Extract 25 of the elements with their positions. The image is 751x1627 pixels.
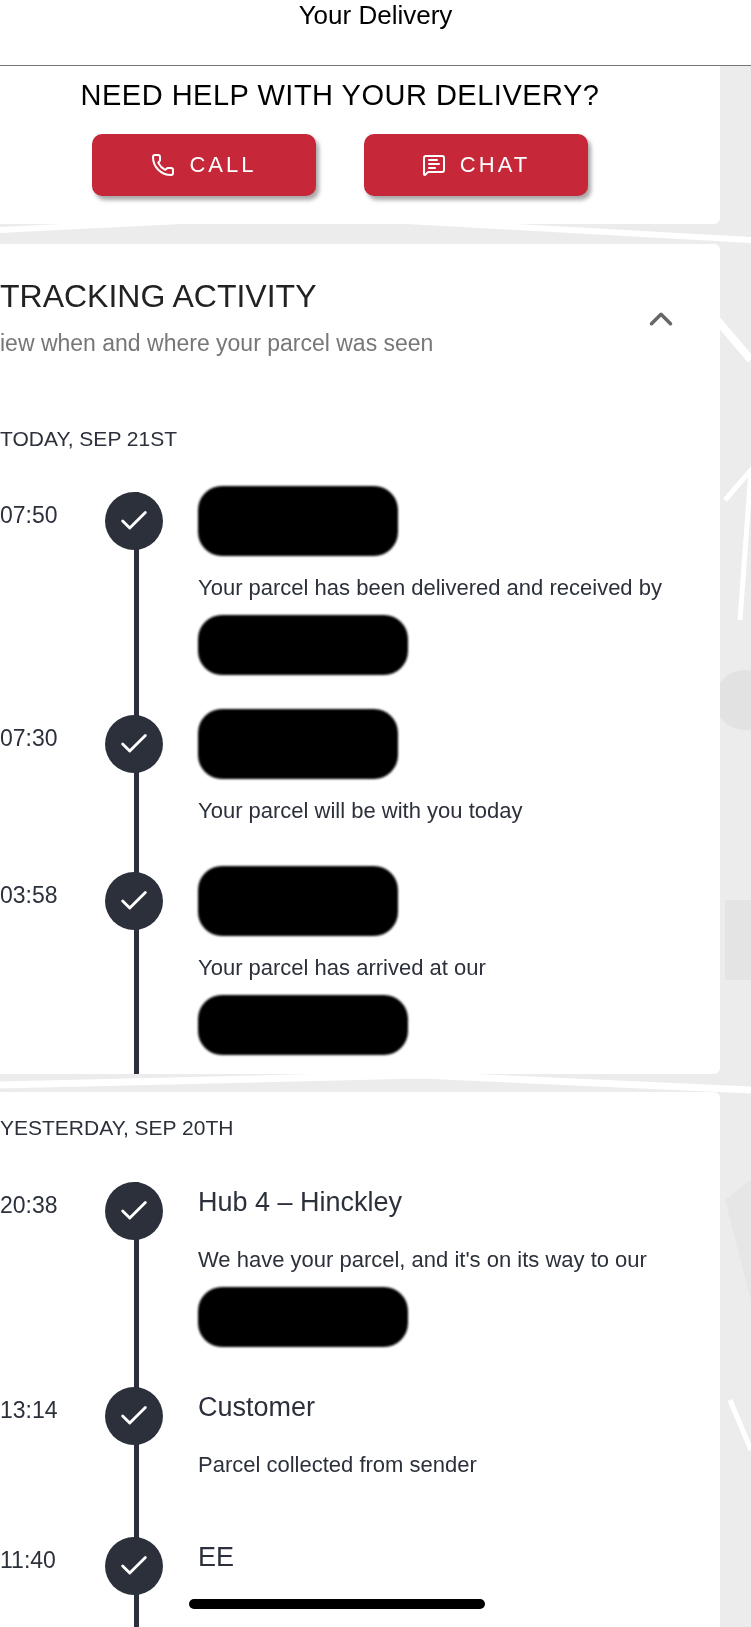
event-time: 03:58: [0, 882, 58, 908]
event-title: EE: [198, 1540, 236, 1574]
event-description: Parcel collected from sender: [198, 1450, 478, 1479]
event-time: 11:40: [0, 1546, 56, 1573]
event-description: Your parcel will be with you today: [198, 797, 524, 825]
check-icon: [105, 492, 163, 550]
event-time: 07:50: [0, 502, 58, 528]
help-title: NEED HELP WITH YOUR DELIVERY?: [80, 78, 600, 113]
event-description: We have your parcel, and it's on its way to our: [198, 1245, 648, 1274]
call-button[interactable]: CALL: [92, 133, 316, 196]
tracking-subtitle: iew when and where your parcel was seen: [0, 329, 434, 358]
date-heading: YESTERDAY, SEP 20TH: [0, 1115, 235, 1141]
event-title: Customer: [198, 1390, 317, 1424]
page-title: Your Delivery: [298, 0, 453, 30]
event-description: Your parcel has been delivered and received by: [198, 574, 663, 602]
event-description: Your parcel has arrived at our: [198, 954, 487, 982]
tracking-title: TRACKING ACTIVITY: [0, 277, 318, 316]
event-time: 13:14: [0, 1396, 58, 1423]
chat-icon: [421, 152, 446, 177]
date-heading: TODAY, SEP 21ST: [0, 425, 179, 452]
event-time: 20:38: [0, 1191, 58, 1218]
phone-icon: [151, 152, 176, 177]
event-time: 07:30: [0, 725, 58, 751]
chat-button[interactable]: CHAT: [364, 133, 588, 196]
event-title: Hub 4 – Hinckley: [198, 1185, 404, 1219]
